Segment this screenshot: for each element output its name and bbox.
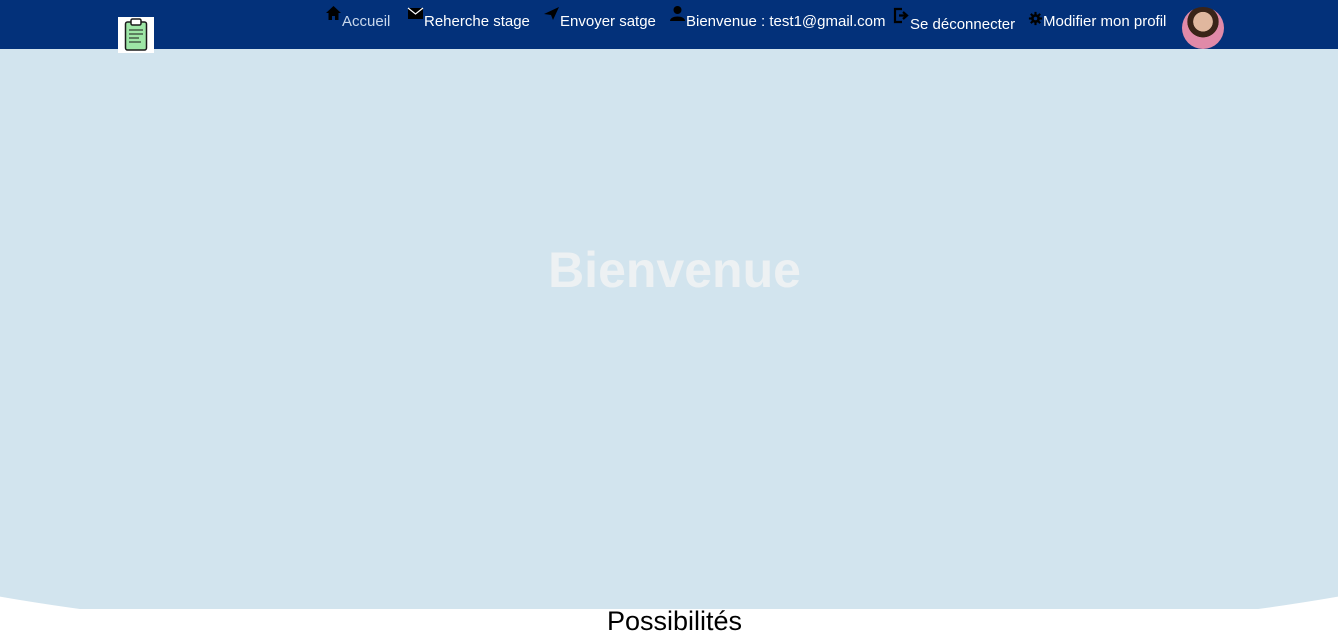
nav-accueil-label: Accueil	[342, 13, 391, 30]
nav-se-deconnecter[interactable]: Se déconnecter	[893, 5, 1015, 33]
nav-modifier-profil[interactable]: Modifier mon profil	[1028, 5, 1166, 30]
user-icon	[670, 6, 685, 21]
home-icon	[326, 6, 341, 20]
clipboard-icon	[124, 18, 148, 51]
section-title: Possibilités	[606, 606, 743, 636]
nav-envoyer-stage[interactable]: Envoyer satge	[543, 5, 656, 30]
nav-modifier-profil-label: Modifier mon profil	[1043, 13, 1167, 30]
nav-recherche-stage-label: Reherche stage	[424, 13, 530, 30]
nav-se-deconnecter-label: Se déconnecter	[910, 16, 1016, 33]
avatar[interactable]	[1182, 7, 1224, 49]
nav-bienvenue-user[interactable]: Bienvenue : test1@gmail.com	[669, 5, 886, 30]
nav-bienvenue-user-label: Bienvenue : test1@gmail.com	[686, 13, 886, 30]
nav-envoyer-stage-label: Envoyer satge	[560, 13, 656, 30]
envelope-icon	[407, 7, 424, 19]
top-navbar: Accueil Reherche stage Envoyer satge Bie…	[0, 0, 1338, 53]
logout-icon	[893, 7, 909, 24]
gear-icon	[1028, 11, 1043, 26]
send-icon	[544, 7, 559, 20]
nav-recherche-stage[interactable]: Reherche stage	[407, 5, 530, 30]
nav-accueil[interactable]: Accueil	[325, 5, 390, 30]
logo[interactable]	[118, 17, 154, 53]
hero-background	[0, 49, 1338, 609]
hero-title: Bienvenue	[548, 242, 801, 298]
hero-section	[0, 49, 1338, 609]
